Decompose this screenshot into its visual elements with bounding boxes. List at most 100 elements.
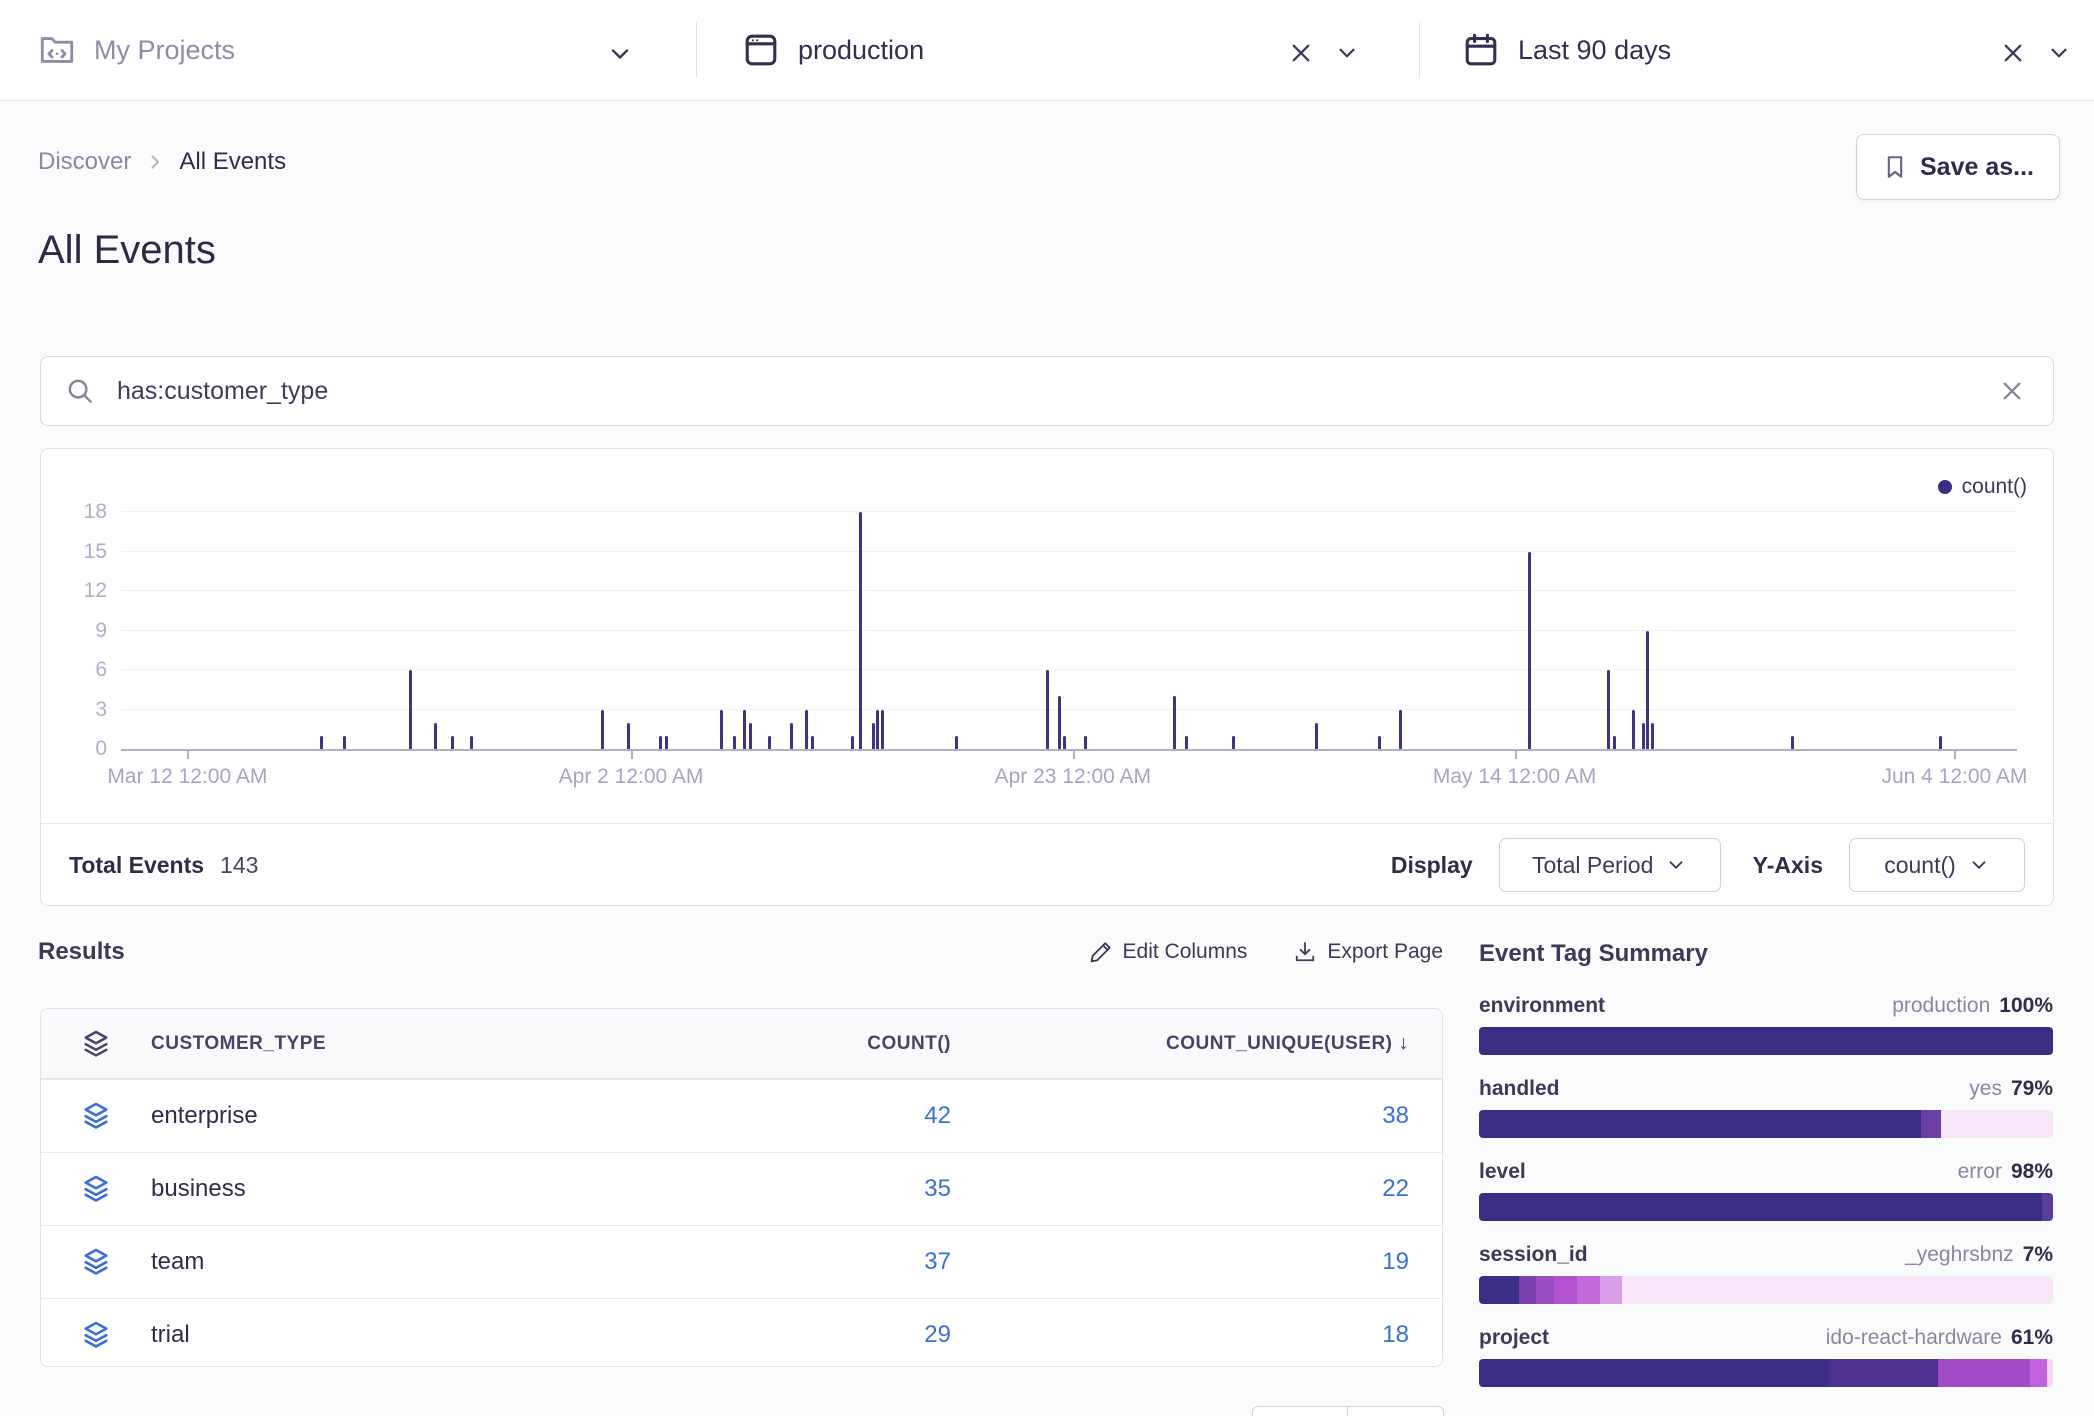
- chart-bar[interactable]: [1791, 736, 1794, 749]
- chart-bar[interactable]: [881, 710, 884, 750]
- count-unique-cell-link[interactable]: 22: [986, 1175, 1443, 1203]
- chart-bar[interactable]: [872, 723, 875, 749]
- display-dropdown[interactable]: Total Period: [1499, 838, 1721, 892]
- search-clear-icon[interactable]: [1995, 374, 2029, 408]
- sort-desc-arrow-icon: ↓: [1399, 1032, 1410, 1054]
- table-row[interactable]: enterprise4238: [41, 1079, 1442, 1152]
- project-selector-chevron-down-icon[interactable]: [602, 36, 638, 72]
- chart-bar[interactable]: [659, 736, 662, 749]
- chart-bar[interactable]: [733, 736, 736, 749]
- tag-name[interactable]: project: [1479, 1326, 1549, 1350]
- edit-columns-button[interactable]: Edit Columns: [1089, 940, 1248, 964]
- topbar-divider: [696, 22, 697, 78]
- chart-bar[interactable]: [955, 736, 958, 749]
- chart-bar[interactable]: [320, 736, 323, 749]
- project-selector[interactable]: My Projects: [38, 0, 235, 100]
- tag-labels: handledyes79%: [1479, 1077, 2053, 1101]
- chart-bar[interactable]: [1232, 736, 1235, 749]
- chart-bar[interactable]: [749, 723, 752, 749]
- chart-bar[interactable]: [1084, 736, 1087, 749]
- chart-legend: count(): [1938, 475, 2027, 499]
- column-header-count-unique[interactable]: COUNT_UNIQUE(USER)↓: [986, 1032, 1443, 1055]
- chart-bar[interactable]: [343, 736, 346, 749]
- chart-bar[interactable]: [1642, 723, 1645, 749]
- stack-icon: [41, 1247, 151, 1277]
- tag-bar-segment: [1941, 1110, 2053, 1138]
- tag-name[interactable]: handled: [1479, 1077, 1560, 1101]
- chart-bar[interactable]: [805, 710, 808, 750]
- chart-bar[interactable]: [1939, 736, 1942, 749]
- chart-bar[interactable]: [1528, 552, 1531, 750]
- chart-bar[interactable]: [627, 723, 630, 749]
- chart-bar[interactable]: [601, 710, 604, 750]
- tag-distribution-bar[interactable]: [1479, 1276, 2053, 1304]
- count-unique-cell-link[interactable]: 18: [986, 1321, 1443, 1349]
- tag-bar-segment: [1479, 1359, 1829, 1387]
- chart-bar[interactable]: [470, 736, 473, 749]
- y-axis-dropdown[interactable]: count(): [1849, 838, 2025, 892]
- save-as-button[interactable]: Save as...: [1856, 134, 2060, 200]
- tag-distribution-bar[interactable]: [1479, 1027, 2053, 1055]
- chart-bar[interactable]: [1613, 736, 1616, 749]
- chart-bar[interactable]: [451, 736, 454, 749]
- tag-name[interactable]: environment: [1479, 994, 1605, 1018]
- export-page-button[interactable]: Export Page: [1293, 940, 1443, 964]
- next-page-button[interactable]: ›: [1348, 1406, 1444, 1416]
- chart-bar[interactable]: [811, 736, 814, 749]
- breadcrumb-discover-link[interactable]: Discover: [38, 148, 131, 176]
- tag-bar-segment: [1479, 1110, 1921, 1138]
- column-header-count[interactable]: COUNT(): [686, 1033, 986, 1055]
- chart-bar[interactable]: [1315, 723, 1318, 749]
- search-input[interactable]: [115, 376, 1995, 407]
- count-cell-link[interactable]: 29: [686, 1321, 986, 1349]
- tag-name[interactable]: level: [1479, 1160, 1526, 1184]
- environment-clear-icon[interactable]: [1284, 36, 1318, 70]
- count-cell-link[interactable]: 42: [686, 1102, 986, 1130]
- y-axis-tick-label: 12: [41, 579, 107, 603]
- download-icon: [1293, 940, 1317, 964]
- daterange-chevron-down-icon[interactable]: [2042, 36, 2076, 70]
- chart-bar[interactable]: [1185, 736, 1188, 749]
- chart-bar[interactable]: [665, 736, 668, 749]
- chart-bar[interactable]: [720, 710, 723, 750]
- tag-bar-segment: [1622, 1276, 2053, 1304]
- environment-filter[interactable]: production: [742, 0, 924, 100]
- chart-bar[interactable]: [743, 710, 746, 750]
- chart-bar[interactable]: [1607, 670, 1610, 749]
- chart-bar[interactable]: [1632, 710, 1635, 750]
- tag-distribution-bar[interactable]: [1479, 1359, 2053, 1387]
- chart-bar[interactable]: [1651, 723, 1654, 749]
- x-axis-tick-label: Mar 12 12:00 AM: [107, 765, 267, 789]
- chart-bar[interactable]: [434, 723, 437, 749]
- chart-bar[interactable]: [859, 512, 862, 749]
- chart-bar[interactable]: [1058, 696, 1061, 749]
- topbar-divider: [1419, 22, 1420, 78]
- chart-bar[interactable]: [1646, 631, 1649, 750]
- chart-bar[interactable]: [1063, 736, 1066, 749]
- chart-bar[interactable]: [409, 670, 412, 749]
- count-unique-cell-link[interactable]: 19: [986, 1248, 1443, 1276]
- chart-bar[interactable]: [790, 723, 793, 749]
- count-cell-link[interactable]: 35: [686, 1175, 986, 1203]
- environment-chevron-down-icon[interactable]: [1330, 36, 1364, 70]
- chart-bar[interactable]: [1378, 736, 1381, 749]
- chart-bar[interactable]: [1173, 696, 1176, 749]
- chart-bar[interactable]: [1399, 710, 1402, 750]
- count-cell-link[interactable]: 37: [686, 1248, 986, 1276]
- chart-plot[interactable]: [121, 512, 2017, 751]
- chart-bar[interactable]: [851, 736, 854, 749]
- column-header-customer-type[interactable]: CUSTOMER_TYPE: [151, 1033, 686, 1055]
- daterange-filter[interactable]: Last 90 days: [1462, 0, 1671, 100]
- chart-bar[interactable]: [768, 736, 771, 749]
- daterange-clear-icon[interactable]: [1996, 36, 2030, 70]
- tag-name[interactable]: session_id: [1479, 1243, 1588, 1267]
- tag-distribution-bar[interactable]: [1479, 1193, 2053, 1221]
- tag-distribution-bar[interactable]: [1479, 1110, 2053, 1138]
- previous-page-button[interactable]: ‹: [1252, 1406, 1348, 1416]
- table-row[interactable]: business3522: [41, 1152, 1442, 1225]
- count-unique-cell-link[interactable]: 38: [986, 1102, 1443, 1130]
- chart-bar[interactable]: [1046, 670, 1049, 749]
- chart-bar[interactable]: [876, 710, 879, 750]
- table-row[interactable]: team3719: [41, 1225, 1442, 1298]
- table-row[interactable]: trial2918: [41, 1298, 1442, 1367]
